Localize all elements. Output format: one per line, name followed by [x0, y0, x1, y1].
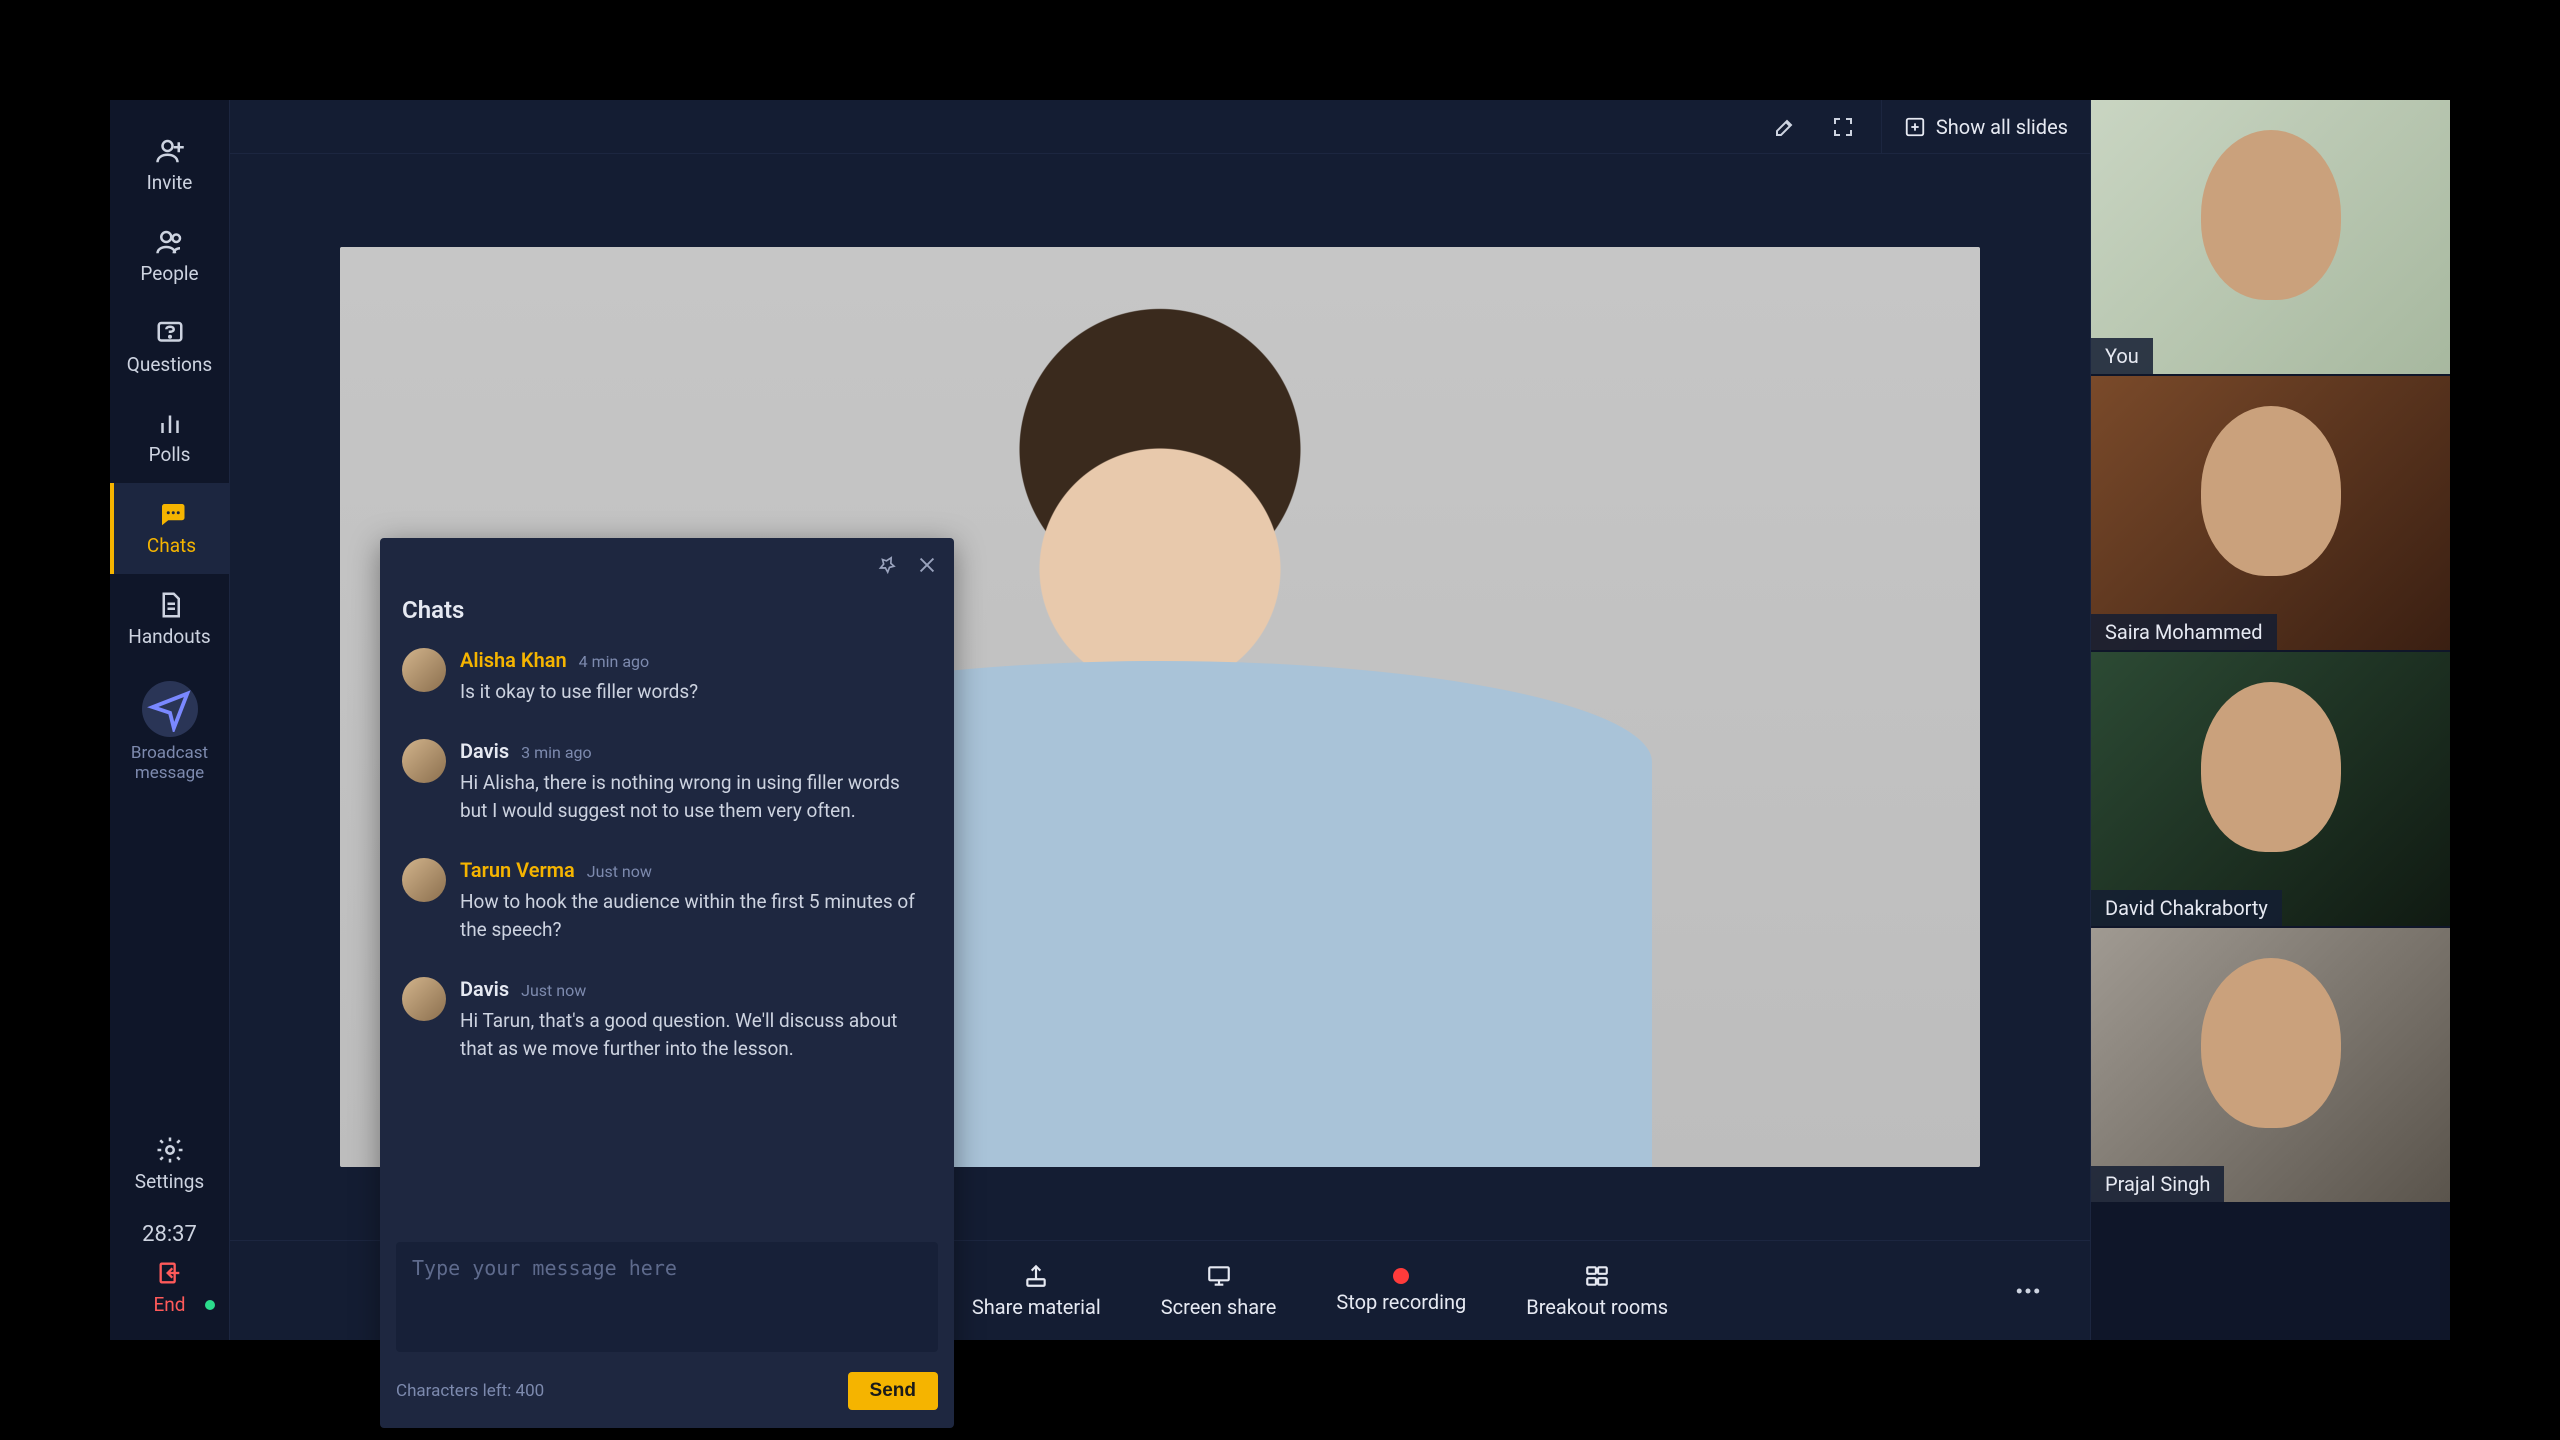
- stop-recording-button[interactable]: Stop recording: [1336, 1268, 1466, 1314]
- chats-icon: [157, 499, 187, 529]
- chat-message: Tarun Verma Just now How to hook the aud…: [402, 858, 932, 945]
- chat-time: 3 min ago: [521, 743, 592, 762]
- fullscreen-icon: [1831, 115, 1855, 139]
- breakout-rooms-button[interactable]: Breakout rooms: [1526, 1263, 1668, 1319]
- participant-name: Saira Mohammed: [2091, 614, 2277, 650]
- show-all-slides-label: Show all slides: [1936, 115, 2068, 139]
- sidebar: Invite People Questions Polls Chats Hand…: [110, 100, 230, 1340]
- sidebar-item-chats[interactable]: Chats: [110, 483, 229, 574]
- people-icon: [155, 227, 185, 257]
- close-icon: [916, 554, 938, 576]
- close-button[interactable]: [912, 550, 942, 580]
- chat-sender: Davis: [460, 739, 509, 763]
- participant-name: Prajal Singh: [2091, 1166, 2224, 1202]
- screen-share-label: Screen share: [1161, 1295, 1277, 1319]
- questions-icon: [155, 318, 185, 348]
- avatar: [402, 739, 446, 783]
- sidebar-item-handouts[interactable]: Handouts: [110, 574, 229, 665]
- polls-icon: [155, 408, 185, 438]
- sidebar-item-questions[interactable]: Questions: [110, 302, 229, 393]
- avatar: [402, 648, 446, 692]
- edit-icon-button[interactable]: [1765, 107, 1805, 147]
- avatar: [402, 977, 446, 1021]
- chat-sender: Tarun Verma: [460, 858, 575, 882]
- participant-name: You: [2091, 338, 2153, 374]
- participant-tile[interactable]: You: [2091, 100, 2450, 376]
- chat-text: Hi Alisha, there is nothing wrong in usi…: [460, 769, 930, 826]
- session-timer: 28:37: [142, 1210, 197, 1259]
- chat-header: [380, 538, 954, 592]
- sidebar-item-settings[interactable]: Settings: [110, 1119, 229, 1210]
- participant-name: David Chakraborty: [2091, 890, 2282, 926]
- sidebar-item-polls[interactable]: Polls: [110, 392, 229, 483]
- breakout-label: Breakout rooms: [1526, 1295, 1668, 1319]
- share-material-button[interactable]: Share material: [972, 1263, 1101, 1319]
- edit-icon: [1773, 115, 1797, 139]
- participant-tile[interactable]: Prajal Singh: [2091, 928, 2450, 1204]
- share-material-icon: [1023, 1263, 1049, 1289]
- status-dot: [205, 1300, 215, 1310]
- share-material-label: Share material: [972, 1295, 1101, 1319]
- chat-message: Alisha Khan 4 min ago Is it okay to use …: [402, 648, 932, 707]
- chat-input[interactable]: [396, 1242, 938, 1352]
- more-icon: [2013, 1276, 2043, 1306]
- sidebar-item-label: Settings: [135, 1171, 204, 1194]
- breakout-icon: [1584, 1263, 1610, 1289]
- chat-time: Just now: [521, 981, 586, 1000]
- sidebar-item-broadcast[interactable]: Broadcast message: [110, 665, 229, 800]
- sidebar-item-label: Broadcast message: [114, 743, 225, 784]
- broadcast-icon: [147, 686, 193, 732]
- topbar: Show all slides: [230, 100, 2090, 154]
- chat-message: Davis 3 min ago Hi Alisha, there is noth…: [402, 739, 932, 826]
- sidebar-item-label: Questions: [127, 354, 212, 377]
- plus-square-icon: [1904, 116, 1926, 138]
- chat-text: Is it okay to use filler words?: [460, 678, 698, 707]
- participant-tile[interactable]: Saira Mohammed: [2091, 376, 2450, 652]
- chars-left: Characters left: 400: [396, 1381, 544, 1401]
- send-button[interactable]: Send: [848, 1372, 938, 1410]
- fullscreen-icon-button[interactable]: [1823, 107, 1863, 147]
- chat-sender: Alisha Khan: [460, 648, 567, 672]
- sidebar-item-invite[interactable]: Invite: [110, 120, 229, 211]
- end-icon: [156, 1259, 184, 1287]
- pin-button[interactable]: [872, 550, 902, 580]
- sidebar-item-label: Invite: [147, 172, 193, 195]
- chat-body: Alisha Khan 4 min ago Is it okay to use …: [380, 634, 954, 1234]
- gear-icon: [155, 1135, 185, 1165]
- chat-text: How to hook the audience within the firs…: [460, 888, 930, 945]
- pin-icon: [877, 555, 897, 575]
- record-icon: [1393, 1268, 1409, 1284]
- sidebar-item-label: People: [140, 263, 198, 286]
- screen-share-button[interactable]: Screen share: [1161, 1263, 1277, 1319]
- sidebar-item-people[interactable]: People: [110, 211, 229, 302]
- chat-sender: Davis: [460, 977, 509, 1001]
- broadcast-icon-circle: [142, 681, 198, 737]
- chat-panel: Chats Alisha Khan 4 min ago Is it okay t…: [380, 538, 954, 1428]
- end-button[interactable]: End: [110, 1259, 229, 1340]
- chat-title: Chats: [380, 592, 954, 634]
- screen-share-icon: [1206, 1263, 1232, 1289]
- more-button[interactable]: [2006, 1269, 2050, 1313]
- show-all-slides-button[interactable]: Show all slides: [1881, 100, 2090, 154]
- sidebar-item-label: Handouts: [128, 626, 210, 649]
- stop-recording-label: Stop recording: [1336, 1290, 1466, 1314]
- app-frame: Invite People Questions Polls Chats Hand…: [110, 100, 2450, 1340]
- handouts-icon: [155, 590, 185, 620]
- chat-message: Davis Just now Hi Tarun, that's a good q…: [402, 977, 932, 1064]
- sidebar-item-label: Polls: [149, 444, 191, 467]
- end-label: End: [153, 1293, 185, 1316]
- participant-tile[interactable]: David Chakraborty: [2091, 652, 2450, 928]
- sidebar-item-label: Chats: [147, 535, 196, 558]
- chat-text: Hi Tarun, that's a good question. We'll …: [460, 1007, 930, 1064]
- invite-icon: [155, 136, 185, 166]
- chat-time: 4 min ago: [579, 652, 650, 671]
- participants-strip: You Saira Mohammed David Chakraborty Pra…: [2090, 100, 2450, 1340]
- avatar: [402, 858, 446, 902]
- chat-time: Just now: [587, 862, 652, 881]
